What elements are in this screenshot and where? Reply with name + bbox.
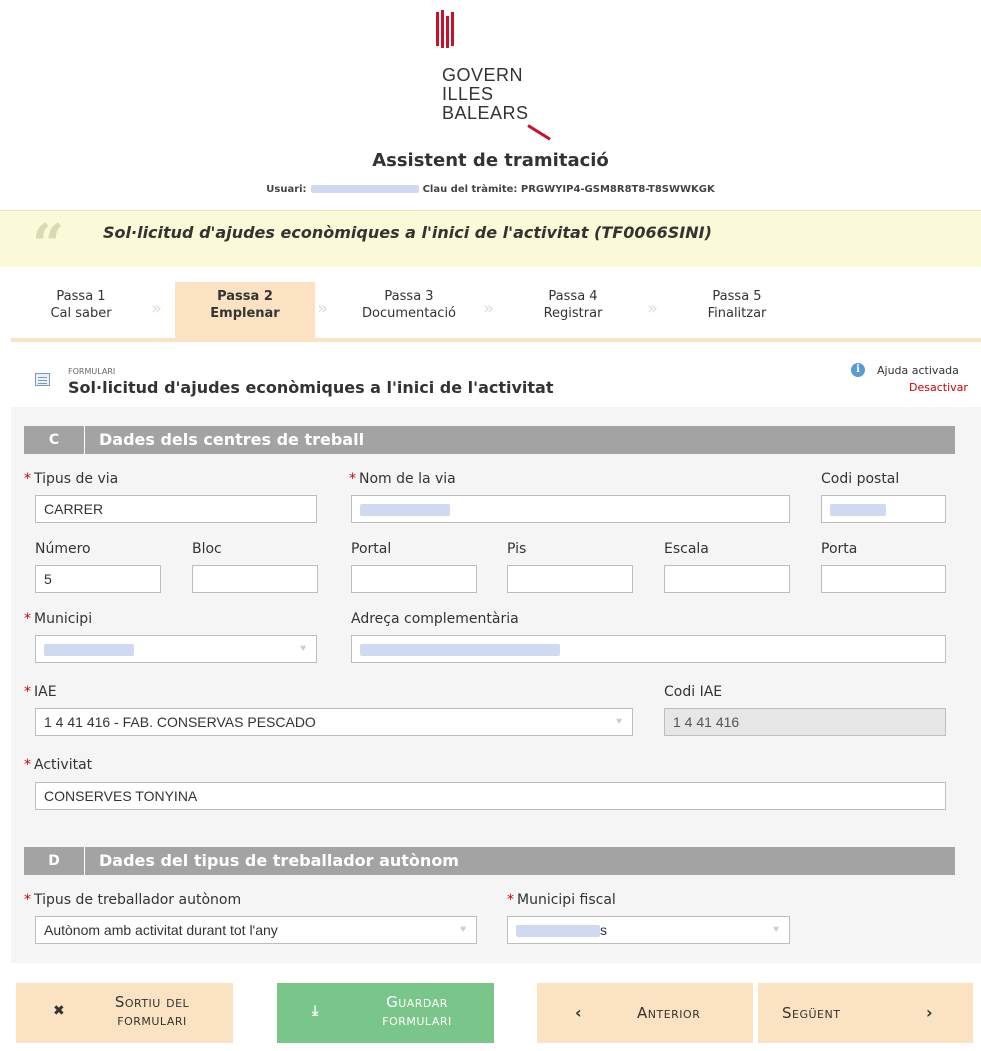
chevron-right-icon: › <box>926 1003 933 1022</box>
save-form-button[interactable]: ⤓ Guardar formulari <box>277 983 494 1043</box>
adreca-complementaria-input[interactable] <box>351 635 946 663</box>
label-pis: Pis <box>507 541 527 557</box>
steps-divider <box>11 338 981 342</box>
user-line: Usuari: Clau del tràmite: PRGWYIP4-GSM8R8… <box>266 184 715 195</box>
logo-text: GOVERN ILLES BALEARS <box>442 65 529 123</box>
form-title: Sol·licitud d'ajudes econòmiques a l'ini… <box>68 378 554 397</box>
numero-input[interactable]: 5 <box>35 565 161 593</box>
section-c-header: C Dades dels centres de treball <box>24 426 955 454</box>
label-adreca: Adreça complementària <box>351 611 519 627</box>
label-municipi: * Municipi <box>24 611 93 627</box>
help-status: Ajuda activada <box>877 364 959 377</box>
label-codi-postal: Codi postal <box>821 471 900 487</box>
chevron-left-icon: ‹ <box>575 1003 582 1022</box>
section-d-header: D Dades del tipus de treballador autònom <box>24 847 955 875</box>
label-porta: Porta <box>821 541 858 557</box>
iae-select[interactable]: 1 4 41 416 - FAB. CONSERVAS PESCADO <box>35 708 633 736</box>
label-iae: * IAE <box>24 684 57 700</box>
step-arrow-icon: » <box>151 298 163 319</box>
step-5[interactable]: Passa 5 Finalitzar <box>667 282 807 338</box>
bloc-input[interactable] <box>192 565 318 593</box>
portal-input[interactable] <box>351 565 477 593</box>
procedure-key: PRGWYIP4-GSM8R8T8-T8SWWKGK <box>520 184 715 195</box>
label-municipi-fiscal: * Municipi fiscal <box>507 892 616 908</box>
redacted-value <box>830 504 886 517</box>
step-arrow-icon: » <box>483 298 495 319</box>
quote-icon: “ <box>32 212 65 278</box>
download-icon: ⤓ <box>312 1003 319 1019</box>
procedure-title: Sol·licitud d'ajudes econòmiques a l'ini… <box>103 223 712 242</box>
tipus-treballador-select[interactable]: Autònom amb activitat durant tot l'any <box>35 916 477 944</box>
redacted-value <box>360 644 560 657</box>
label-tipus-via: * Tipus de via <box>24 471 119 487</box>
municipi-fiscal-select[interactable]: s <box>507 916 790 944</box>
redacted-value <box>360 504 450 517</box>
logo-bars-icon <box>436 10 456 50</box>
help-deactivate-link[interactable]: Desactivar <box>909 381 968 394</box>
codi-iae-field: 1 4 41 416 <box>664 708 946 736</box>
govern-illes-balears-logo: GOVERN ILLES BALEARS <box>436 10 566 141</box>
procedure-banner: “ Sol·licitud d'ajudes econòmiques a l'i… <box>0 210 981 273</box>
info-icon: i <box>851 363 865 377</box>
label-bloc: Bloc <box>192 541 222 557</box>
redacted-value <box>44 644 134 657</box>
form-panel <box>11 407 981 963</box>
step-arrow-icon: » <box>317 298 329 319</box>
logo-slash <box>527 124 551 141</box>
label-tipus-treballador: * Tipus de treballador autònom <box>24 892 242 908</box>
step-2-active[interactable]: Passa 2 Emplenar <box>175 282 315 338</box>
tipus-via-input[interactable]: CARRER <box>35 495 317 523</box>
porta-input[interactable] <box>821 565 946 593</box>
step-3[interactable]: Passa 3 Documentació <box>339 282 479 338</box>
step-4[interactable]: Passa 4 Registrar <box>503 282 643 338</box>
next-button[interactable]: Següent › <box>758 983 973 1043</box>
label-nom-via: * Nom de la via <box>349 471 456 487</box>
codi-postal-input[interactable] <box>821 495 946 523</box>
step-arrow-icon: » <box>647 298 659 319</box>
close-icon: ✖ <box>53 1003 65 1019</box>
page-title: Assistent de tramitació <box>372 150 609 171</box>
document-icon <box>35 373 50 386</box>
redacted-value <box>516 925 600 938</box>
label-portal: Portal <box>351 541 392 557</box>
pis-input[interactable] <box>507 565 633 593</box>
user-name-redacted <box>310 185 419 193</box>
label-numero: Número <box>35 541 91 557</box>
escala-input[interactable] <box>664 565 790 593</box>
exit-form-button[interactable]: ✖ Sortiu del formulari <box>16 983 233 1043</box>
nom-via-input[interactable] <box>351 495 790 523</box>
label-activitat: * Activitat <box>24 757 93 773</box>
municipi-select[interactable] <box>35 635 317 663</box>
step-1[interactable]: Passa 1 Cal saber <box>11 282 151 338</box>
form-kicker: FORMULARI <box>68 367 116 376</box>
activitat-input[interactable]: CONSERVES TONYINA <box>35 782 946 810</box>
previous-button[interactable]: ‹ Anterior <box>537 983 753 1043</box>
label-escala: Escala <box>664 541 709 557</box>
label-codi-iae: Codi IAE <box>664 684 723 700</box>
